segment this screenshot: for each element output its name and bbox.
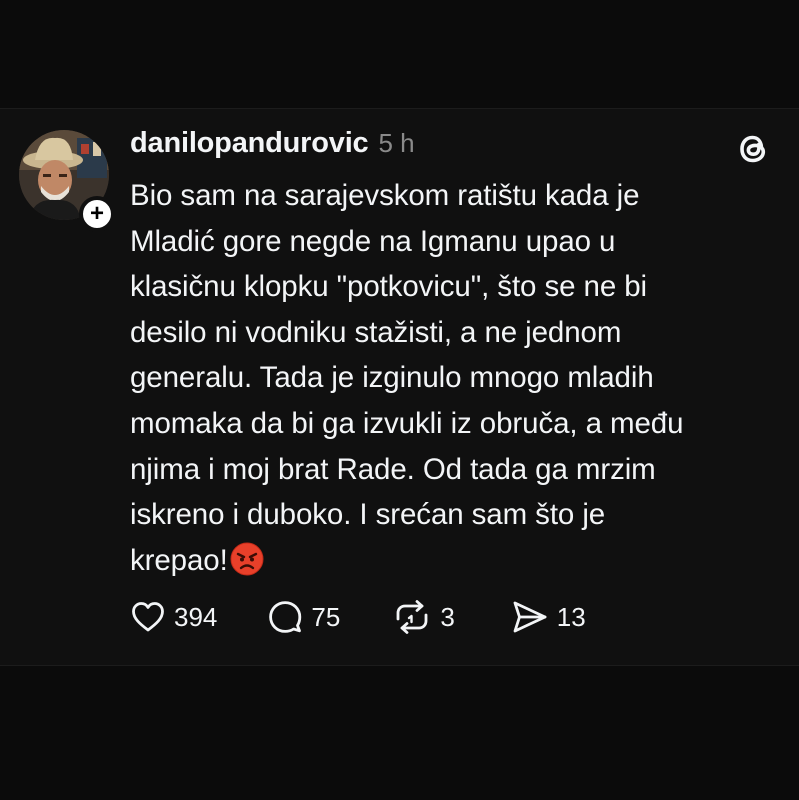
threads-logo-icon	[733, 129, 773, 169]
username-link[interactable]: danilopandurovic	[130, 127, 369, 160]
post-header: danilopandurovic 5 h	[130, 127, 415, 163]
post-timestamp: 5 h	[378, 128, 415, 158]
thread-post: + danilopandurovic 5 h Bio sam na saraje…	[0, 108, 799, 666]
repost-arrows-icon	[396, 600, 428, 634]
reply-count: 75	[311, 601, 341, 632]
repost-count: 3	[440, 601, 455, 632]
share-button[interactable]: 13	[511, 599, 586, 635]
comment-bubble-icon	[269, 601, 302, 633]
like-button[interactable]: 394	[130, 599, 217, 635]
angry-face-icon	[230, 542, 264, 576]
reply-button[interactable]: 75	[267, 599, 340, 635]
page: + danilopandurovic 5 h Bio sam na saraje…	[0, 0, 799, 800]
repost-button[interactable]: 3	[392, 599, 455, 635]
share-count: 13	[556, 601, 586, 632]
follow-button[interactable]: +	[79, 196, 115, 232]
post-body: Bio sam na sarajevskom ratištu kada je M…	[130, 173, 770, 583]
post-text: Bio sam na sarajevskom ratištu kada je M…	[130, 179, 684, 577]
avatar-container[interactable]: +	[19, 130, 115, 232]
post-actions: 394 75 3 13	[130, 597, 586, 637]
like-count: 394	[174, 601, 218, 632]
send-paper-plane-icon	[513, 601, 547, 633]
heart-icon	[132, 602, 164, 632]
